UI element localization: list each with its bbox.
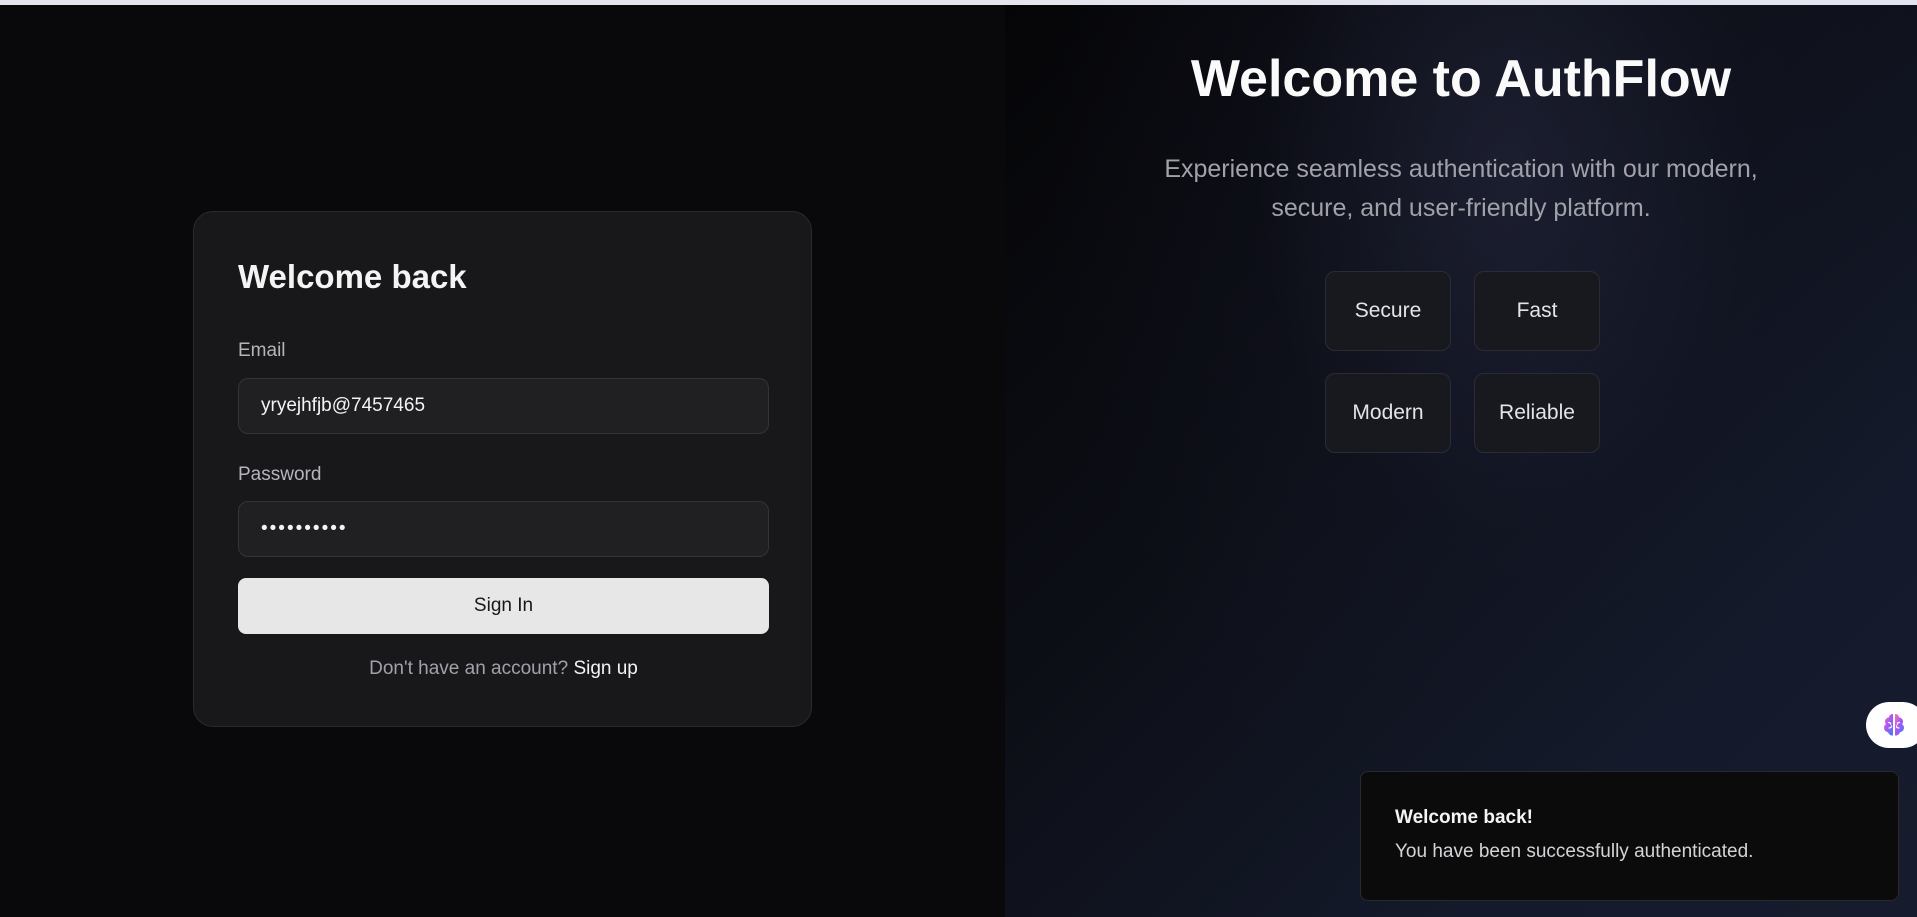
sign-up-link[interactable]: Sign up	[573, 658, 637, 679]
brain-icon	[1884, 714, 1904, 736]
signup-row: Don't have an account? Sign up	[238, 658, 769, 680]
toast-title: Welcome back!	[1395, 807, 1533, 828]
feature-fast: Fast	[1474, 271, 1600, 351]
email-label: Email	[238, 340, 286, 361]
email-input[interactable]	[238, 378, 769, 434]
password-input[interactable]: ••••••••••	[238, 501, 769, 557]
login-panel: Welcome back Email Password •••••••••• S…	[0, 5, 1005, 917]
success-toast: Welcome back! You have been successfully…	[1360, 771, 1899, 901]
toast-message: You have been successfully authenticated…	[1395, 841, 1754, 862]
signup-prompt: Don't have an account?	[369, 658, 569, 679]
extension-button[interactable]	[1866, 702, 1917, 748]
feature-modern: Modern	[1325, 373, 1451, 453]
login-card: Welcome back Email Password •••••••••• S…	[193, 211, 812, 727]
login-title: Welcome back	[238, 258, 467, 295]
feature-reliable: Reliable	[1474, 373, 1600, 453]
hero-subtitle: Experience seamless authentication with …	[1164, 155, 1758, 222]
hero-title: Welcome to AuthFlow	[1190, 50, 1732, 108]
password-label: Password	[238, 464, 322, 485]
sign-in-button[interactable]: Sign In	[238, 578, 769, 634]
feature-secure: Secure	[1325, 271, 1451, 351]
